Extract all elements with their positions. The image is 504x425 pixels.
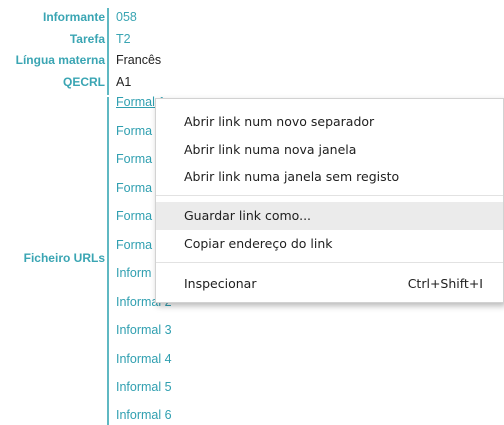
- tarefa-label: Tarefa: [69, 32, 105, 46]
- file-link[interactable]: Forma: [116, 238, 152, 252]
- qecrl-label: QECRL: [63, 75, 105, 89]
- menu-item-label: Copiar endereço do link: [184, 236, 333, 251]
- menu-separator: [156, 195, 503, 196]
- file-link[interactable]: Forma: [116, 152, 152, 166]
- file-link[interactable]: Inform: [116, 266, 151, 280]
- file-link[interactable]: Forma: [116, 209, 152, 223]
- menu-item-label: Inspecionar: [184, 276, 257, 291]
- file-link[interactable]: Forma: [116, 181, 152, 195]
- file-link[interactable]: Informal 3: [116, 323, 172, 337]
- menu-item-copy-link-address[interactable]: Copiar endereço do link: [156, 230, 503, 258]
- menu-item-save-link-as[interactable]: Guardar link como...: [156, 202, 503, 230]
- ficheiro-urls-label: Ficheiro URLs: [23, 251, 105, 265]
- menu-separator: [156, 262, 503, 263]
- menu-item-label: Abrir link numa janela sem registo: [184, 169, 400, 184]
- menu-item-label: Abrir link num novo separador: [184, 114, 375, 129]
- tarefa-value: T2: [116, 32, 131, 46]
- file-link[interactable]: Informal 4: [116, 352, 172, 366]
- menu-item-label: Guardar link como...: [184, 208, 312, 223]
- lingua-materna-value: Francês: [116, 53, 162, 67]
- menu-item-label: Abrir link numa nova janela: [184, 142, 357, 157]
- qecrl-value: A1: [116, 75, 132, 89]
- lingua-materna-label: Língua materna: [15, 53, 105, 67]
- informante-value: 058: [116, 10, 137, 24]
- menu-item-open-incognito[interactable]: Abrir link numa janela sem registo: [156, 163, 503, 191]
- files-divider: [107, 97, 109, 425]
- informante-label: Informante: [42, 10, 105, 24]
- menu-item-inspect[interactable]: Inspecionar Ctrl+Shift+I: [156, 270, 503, 298]
- context-menu: Abrir link num novo separador Abrir link…: [155, 98, 504, 303]
- file-link[interactable]: Informal 5: [116, 380, 172, 394]
- page: Informante Tarefa Língua materna QECRL F…: [0, 0, 504, 425]
- menu-item-shortcut: Ctrl+Shift+I: [407, 276, 483, 291]
- menu-item-open-new-tab[interactable]: Abrir link num novo separador: [156, 108, 503, 136]
- file-link[interactable]: Forma: [116, 124, 152, 138]
- details-divider: [107, 8, 109, 95]
- file-link[interactable]: Informal 6: [116, 408, 172, 422]
- menu-item-open-new-window[interactable]: Abrir link numa nova janela: [156, 136, 503, 164]
